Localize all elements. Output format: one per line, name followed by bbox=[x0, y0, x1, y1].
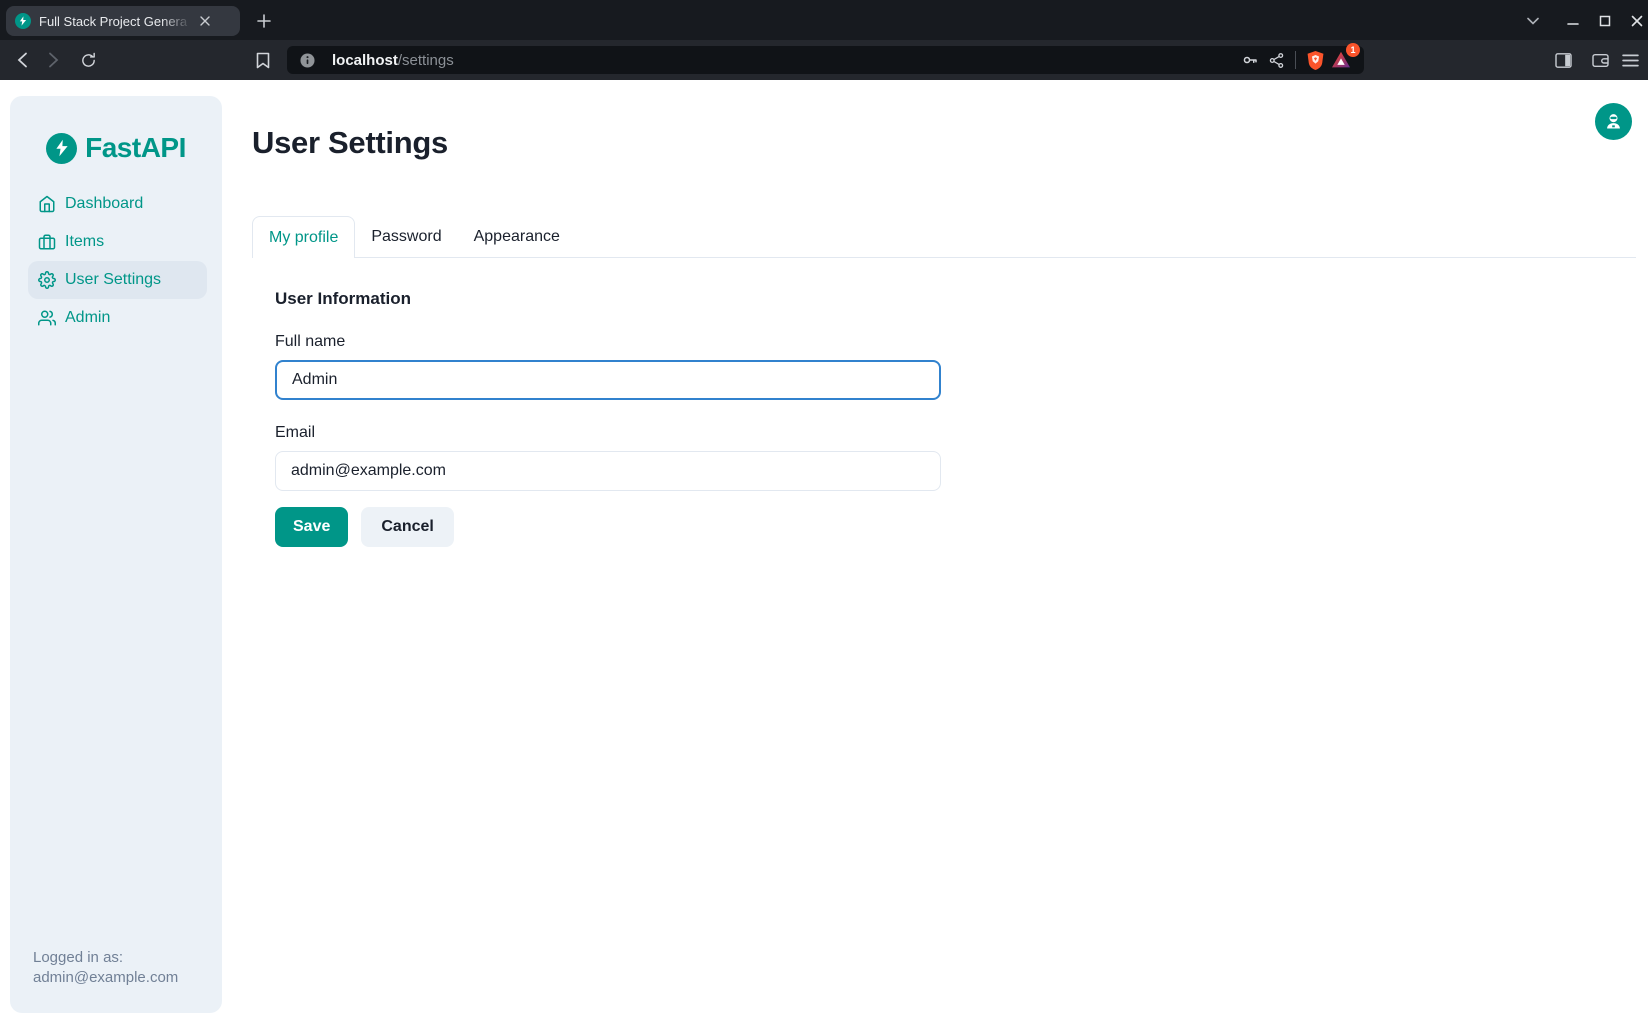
sidebar-item-label: Items bbox=[65, 233, 104, 251]
tab-appearance[interactable]: Appearance bbox=[458, 216, 576, 257]
logo-text: FastAPI bbox=[85, 132, 186, 164]
fastapi-bolt-icon bbox=[46, 133, 77, 164]
user-menu-button[interactable] bbox=[1595, 103, 1632, 140]
section-title: User Information bbox=[275, 289, 941, 309]
share-icon[interactable] bbox=[1263, 47, 1289, 73]
users-icon bbox=[38, 309, 56, 327]
bookmark-icon[interactable] bbox=[249, 46, 277, 74]
sidebar-item-label: User Settings bbox=[65, 271, 161, 289]
window-minimize-button[interactable] bbox=[1559, 7, 1587, 35]
home-icon bbox=[38, 195, 56, 213]
fastapi-favicon-icon bbox=[15, 13, 31, 29]
tab-close-icon[interactable] bbox=[195, 11, 215, 31]
settings-tabs: My profile Password Appearance bbox=[252, 216, 1636, 258]
sidebar-nav: Dashboard Items User Settings Admin bbox=[28, 185, 207, 337]
sidebar-item-items[interactable]: Items bbox=[28, 223, 207, 261]
address-bar[interactable]: localhost/settings 1 bbox=[287, 46, 1364, 74]
wallet-icon[interactable] bbox=[1586, 46, 1614, 74]
page-content: FastAPI Dashboard Items User Settings Ad… bbox=[0, 80, 1648, 1025]
toolbar-divider bbox=[1295, 51, 1296, 69]
sidebar-item-label: Dashboard bbox=[65, 195, 143, 213]
brave-shield-icon[interactable] bbox=[1302, 47, 1328, 73]
url-host: localhost bbox=[332, 52, 398, 69]
window-maximize-button[interactable] bbox=[1591, 7, 1619, 35]
form-actions: Save Cancel bbox=[275, 507, 941, 547]
user-astronaut-icon bbox=[1603, 111, 1624, 132]
brave-rewards-icon[interactable]: 1 bbox=[1328, 47, 1354, 73]
save-button[interactable]: Save bbox=[275, 507, 348, 547]
reload-button[interactable] bbox=[74, 46, 102, 74]
email-label: Email bbox=[275, 424, 941, 442]
full-name-input[interactable] bbox=[275, 360, 941, 400]
sidebar-item-user-settings[interactable]: User Settings bbox=[28, 261, 207, 299]
tab-search-chevron-icon[interactable] bbox=[1519, 7, 1547, 35]
key-icon[interactable] bbox=[1237, 47, 1263, 73]
sidebar-item-admin[interactable]: Admin bbox=[28, 299, 207, 337]
full-name-label: Full name bbox=[275, 333, 941, 351]
logged-in-as-label: Logged in as: bbox=[33, 948, 178, 968]
window-close-button[interactable] bbox=[1623, 7, 1648, 35]
forward-button[interactable] bbox=[39, 46, 67, 74]
rewards-badge: 1 bbox=[1346, 43, 1360, 57]
sidebar-item-dashboard[interactable]: Dashboard bbox=[28, 185, 207, 223]
profile-form: User Information Full name Email Save Ca… bbox=[275, 257, 941, 547]
page-title: User Settings bbox=[252, 125, 448, 161]
tab-title: Full Stack Project Genera bbox=[39, 14, 195, 29]
back-button[interactable] bbox=[8, 46, 36, 74]
browser-toolbar: localhost/settings 1 bbox=[0, 40, 1648, 80]
tab-my-profile[interactable]: My profile bbox=[252, 216, 355, 258]
sidebar: FastAPI Dashboard Items User Settings Ad… bbox=[10, 96, 222, 1013]
fastapi-logo: FastAPI bbox=[10, 96, 222, 164]
menu-hamburger-icon[interactable] bbox=[1616, 46, 1644, 74]
gear-icon bbox=[38, 271, 56, 289]
new-tab-button[interactable] bbox=[250, 7, 278, 35]
sidebar-item-label: Admin bbox=[65, 309, 110, 327]
tab-password[interactable]: Password bbox=[355, 216, 457, 257]
sidebar-toggle-icon[interactable] bbox=[1549, 46, 1577, 74]
cancel-button[interactable]: Cancel bbox=[361, 507, 453, 547]
sidebar-footer: Logged in as: admin@example.com bbox=[33, 948, 178, 988]
email-input[interactable] bbox=[275, 451, 941, 491]
browser-tab-strip: Full Stack Project Genera bbox=[0, 0, 1648, 40]
site-info-icon[interactable] bbox=[294, 47, 320, 73]
briefcase-icon bbox=[38, 233, 56, 251]
logged-in-email: admin@example.com bbox=[33, 968, 178, 988]
url-path: /settings bbox=[398, 52, 454, 69]
browser-tab[interactable]: Full Stack Project Genera bbox=[6, 6, 240, 36]
